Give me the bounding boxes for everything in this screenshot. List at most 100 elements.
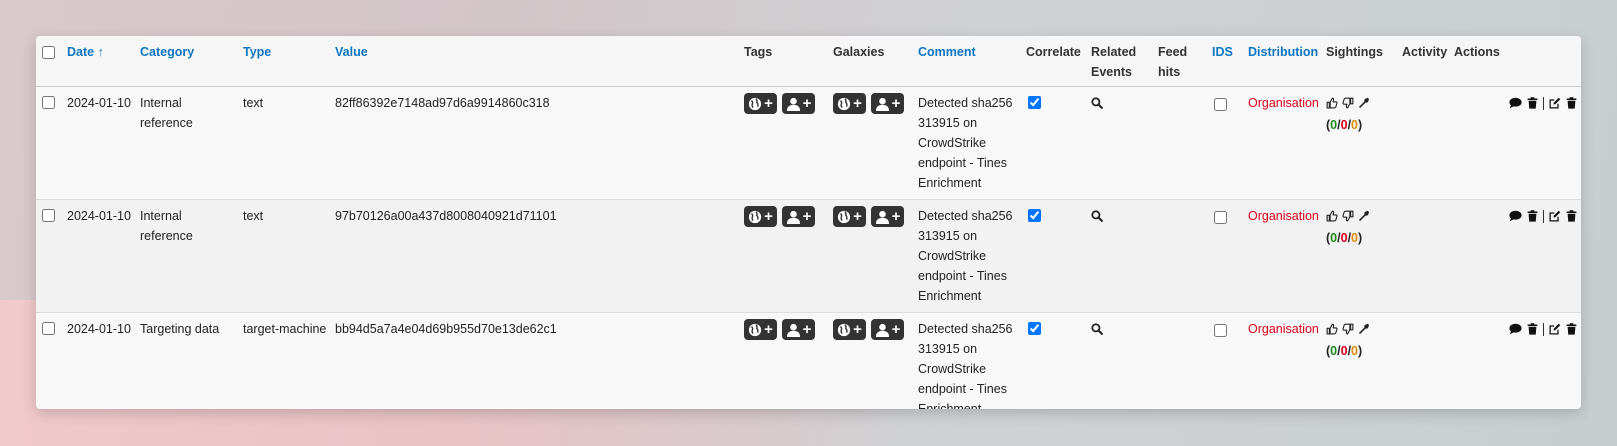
ids-checkbox[interactable] xyxy=(1214,98,1227,111)
add-global-tag-button[interactable]: + xyxy=(744,319,777,340)
cell-value[interactable]: 97b70126a00a437d8008040921d71101 xyxy=(331,199,740,313)
cell-category: Internal reference xyxy=(136,86,239,200)
ids-checkbox[interactable] xyxy=(1214,211,1227,224)
col-type[interactable]: Type xyxy=(239,36,331,87)
add-global-galaxy-button[interactable]: + xyxy=(833,319,866,340)
correlate-checkbox[interactable] xyxy=(1028,322,1041,335)
col-date[interactable]: Date ↑ xyxy=(63,36,136,87)
thumbs-up-icon[interactable] xyxy=(1326,323,1338,335)
add-global-galaxy-button[interactable]: + xyxy=(833,206,866,227)
add-global-tag-button[interactable]: + xyxy=(744,93,777,114)
attributes-table: Date ↑ Category Type Value Tags Galaxies… xyxy=(36,36,1581,409)
cell-correlate xyxy=(1022,199,1087,313)
search-icon[interactable] xyxy=(1091,97,1103,109)
cell-galaxies: + + xyxy=(829,312,914,409)
user-icon xyxy=(875,210,889,224)
cell-related-events xyxy=(1087,86,1154,200)
cell-category: Targeting data xyxy=(136,312,239,409)
col-ids[interactable]: IDS xyxy=(1208,36,1244,87)
cell-galaxies: + + xyxy=(829,199,914,313)
col-correlate: Correlate xyxy=(1022,36,1087,87)
wrench-icon[interactable] xyxy=(1358,210,1370,222)
correlate-checkbox[interactable] xyxy=(1028,96,1041,109)
row-select-checkbox[interactable] xyxy=(42,322,55,335)
actions-divider xyxy=(1543,209,1544,223)
add-local-tag-button[interactable]: + xyxy=(782,319,815,340)
globe-icon xyxy=(837,323,851,336)
col-value[interactable]: Value xyxy=(331,36,740,87)
add-global-galaxy-button[interactable]: + xyxy=(833,93,866,114)
trash-icon[interactable] xyxy=(1527,210,1538,222)
trash-icon[interactable] xyxy=(1566,210,1577,222)
edit-icon[interactable] xyxy=(1549,210,1561,222)
cell-feed-hits xyxy=(1154,312,1208,409)
cell-type: text xyxy=(239,86,331,200)
thumbs-down-icon[interactable] xyxy=(1342,210,1354,222)
cell-tags: + + xyxy=(740,312,829,409)
cell-activity xyxy=(1398,199,1450,313)
cell-related-events xyxy=(1087,199,1154,313)
cell-distribution[interactable]: Organisation xyxy=(1244,199,1322,313)
globe-icon xyxy=(837,210,851,223)
correlate-checkbox[interactable] xyxy=(1028,209,1041,222)
search-icon[interactable] xyxy=(1091,323,1103,335)
comment-icon[interactable] xyxy=(1509,323,1522,335)
cell-distribution[interactable]: Organisation xyxy=(1244,86,1322,200)
cell-distribution[interactable]: Organisation xyxy=(1244,312,1322,409)
thumbs-down-icon[interactable] xyxy=(1342,97,1354,109)
cell-date: 2024-01-10 xyxy=(63,312,136,409)
wrench-icon[interactable] xyxy=(1358,97,1370,109)
col-category[interactable]: Category xyxy=(136,36,239,87)
col-tags: Tags xyxy=(740,36,829,87)
trash-icon[interactable] xyxy=(1566,323,1577,335)
cell-date: 2024-01-10 xyxy=(63,199,136,313)
globe-icon xyxy=(748,210,762,223)
cell-sightings: (0/0/0) xyxy=(1322,312,1398,409)
col-distribution[interactable]: Distribution xyxy=(1244,36,1322,87)
cell-actions xyxy=(1450,199,1581,313)
table-row: 2024-01-10 Internal reference text 82ff8… xyxy=(36,86,1581,200)
edit-icon[interactable] xyxy=(1549,323,1561,335)
thumbs-up-icon[interactable] xyxy=(1326,210,1338,222)
sort-asc-icon: ↑ xyxy=(97,45,104,59)
cell-ids xyxy=(1208,86,1244,200)
cell-tags: + + xyxy=(740,86,829,200)
edit-icon[interactable] xyxy=(1549,97,1561,109)
trash-icon[interactable] xyxy=(1527,97,1538,109)
cell-activity xyxy=(1398,312,1450,409)
add-local-galaxy-button[interactable]: + xyxy=(871,93,904,114)
col-actions: Actions xyxy=(1450,36,1581,87)
col-comment[interactable]: Comment xyxy=(914,36,1022,87)
col-feed-hits: Feed hits xyxy=(1154,36,1208,87)
cell-sightings: (0/0/0) xyxy=(1322,199,1398,313)
cell-sightings: (0/0/0) xyxy=(1322,86,1398,200)
comment-icon[interactable] xyxy=(1509,97,1522,109)
cell-category: Internal reference xyxy=(136,199,239,313)
thumbs-up-icon[interactable] xyxy=(1326,97,1338,109)
add-global-tag-button[interactable]: + xyxy=(744,206,777,227)
cell-type: text xyxy=(239,199,331,313)
add-local-tag-button[interactable]: + xyxy=(782,93,815,114)
search-icon[interactable] xyxy=(1091,210,1103,222)
row-select-checkbox[interactable] xyxy=(42,209,55,222)
cell-comment: Detected sha256 313915 on CrowdStrike en… xyxy=(914,312,1022,409)
cell-type: target-machine xyxy=(239,312,331,409)
globe-icon xyxy=(837,97,851,110)
cell-value[interactable]: bb94d5a7a4e04d69b955d70e13de62c1 xyxy=(331,312,740,409)
ids-checkbox[interactable] xyxy=(1214,324,1227,337)
add-local-galaxy-button[interactable]: + xyxy=(871,206,904,227)
comment-icon[interactable] xyxy=(1509,210,1522,222)
thumbs-down-icon[interactable] xyxy=(1342,323,1354,335)
add-local-tag-button[interactable]: + xyxy=(782,206,815,227)
trash-icon[interactable] xyxy=(1566,97,1577,109)
wrench-icon[interactable] xyxy=(1358,323,1370,335)
cell-feed-hits xyxy=(1154,199,1208,313)
row-select-checkbox[interactable] xyxy=(42,96,55,109)
cell-value[interactable]: 82ff86392e7148ad97d6a9914860c318 xyxy=(331,86,740,200)
select-all-checkbox[interactable] xyxy=(42,46,55,59)
add-local-galaxy-button[interactable]: + xyxy=(871,319,904,340)
user-icon xyxy=(786,323,800,337)
trash-icon[interactable] xyxy=(1527,323,1538,335)
cell-activity xyxy=(1398,86,1450,200)
col-activity: Activity xyxy=(1398,36,1450,87)
